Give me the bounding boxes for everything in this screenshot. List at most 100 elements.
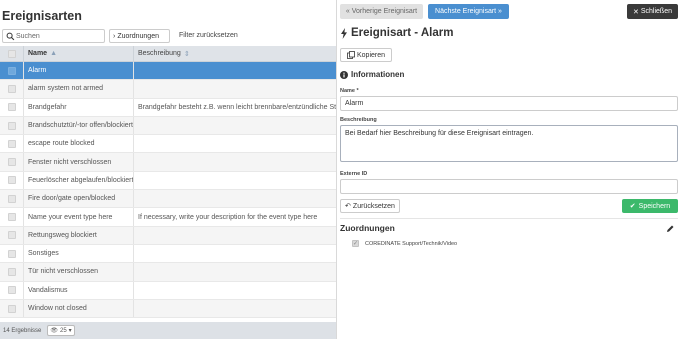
table-row[interactable]: Rettungsweg blockiert	[0, 226, 336, 245]
row-checkbox[interactable]	[7, 286, 16, 295]
external-id-label: Externe ID	[340, 171, 368, 177]
cell-name: Name your event type here	[24, 208, 134, 226]
row-checkbox[interactable]	[7, 103, 16, 112]
cell-name: Vandalismus	[24, 281, 134, 299]
column-header-description-label: Beschreibung	[138, 50, 181, 57]
row-checkbox[interactable]	[7, 304, 16, 313]
assignment-checkbox[interactable]: ✓	[352, 240, 359, 247]
cell-description	[134, 80, 336, 97]
cell-name: alarm system not armed	[24, 80, 134, 98]
table-row[interactable]: Alarm	[0, 62, 336, 81]
cell-description	[134, 153, 336, 170]
per-page-select[interactable]: 👁 25 ▾	[47, 325, 75, 336]
name-label: Name *	[340, 88, 359, 94]
row-select-cell[interactable]	[0, 299, 24, 318]
assignments-button[interactable]: › Zuordnungen	[109, 29, 170, 43]
row-select-cell[interactable]	[0, 226, 24, 244]
cell-description	[134, 117, 336, 134]
row-select-cell[interactable]	[0, 116, 24, 135]
cell-name: Fenster nicht verschlossen	[24, 153, 134, 171]
table-row[interactable]: Sonstiges	[0, 244, 336, 264]
search-input[interactable]	[16, 31, 102, 41]
select-all-checkbox[interactable]	[7, 49, 16, 58]
assignments-button-label: Zuordnungen	[117, 32, 159, 40]
column-header-name[interactable]: Name ▲	[24, 46, 134, 61]
sort-ascending-icon[interactable]: ▲	[50, 50, 57, 57]
search-box[interactable]	[2, 29, 105, 43]
row-select-cell[interactable]	[0, 208, 24, 226]
reset-button[interactable]: ↶ Zurücksetzen	[340, 199, 400, 213]
row-checkbox[interactable]	[7, 231, 16, 240]
table-row[interactable]: Feuerlöscher abgelaufen/blockiert	[0, 171, 336, 191]
table-row[interactable]: Vandalismus	[0, 281, 336, 300]
row-select-cell[interactable]	[0, 153, 24, 171]
row-select-cell[interactable]	[0, 98, 24, 116]
description-textarea[interactable]: Bei Bedarf hier Beschreibung für diese E…	[340, 125, 678, 162]
table-row[interactable]: Brandschutztür/-tor offen/blockiert	[0, 116, 336, 136]
table-row[interactable]: escape route blocked	[0, 135, 336, 154]
event-type-detail-panel: « Vorherige Ereignisart Nächste Ereignis…	[337, 0, 681, 339]
row-select-cell[interactable]	[0, 80, 24, 98]
event-type-list-panel: Ereignisarten › Zuordnungen Filter zurüc…	[0, 0, 336, 339]
cell-name: Window not closed	[24, 299, 134, 318]
row-checkbox[interactable]	[7, 194, 16, 203]
row-checkbox[interactable]	[7, 267, 16, 276]
select-all-cell[interactable]	[0, 46, 24, 61]
row-select-cell[interactable]	[0, 171, 24, 190]
description-label: Beschreibung	[340, 117, 377, 123]
name-field[interactable]: Alarm	[340, 96, 678, 111]
close-button[interactable]: ✕ Schließen	[627, 4, 678, 19]
row-select-cell[interactable]	[0, 135, 24, 153]
row-checkbox[interactable]	[7, 249, 16, 258]
copy-button[interactable]: Kopieren	[340, 48, 392, 62]
external-id-field[interactable]	[340, 179, 678, 194]
detail-title-text: Ereignisart - Alarm	[351, 27, 454, 39]
close-icon: ✕	[632, 8, 639, 16]
table-row[interactable]: Fenster nicht verschlossen	[0, 153, 336, 172]
row-checkbox[interactable]	[7, 121, 16, 130]
filter-reset-link[interactable]: Filter zurücksetzen	[179, 32, 238, 39]
cell-name: escape route blocked	[24, 135, 134, 153]
row-checkbox[interactable]	[7, 84, 16, 93]
checkmark-icon: ✔	[629, 203, 636, 210]
table-row[interactable]: Window not closed	[0, 299, 336, 319]
cell-description: Brandgefahr besteht z.B. wenn leicht bre…	[138, 103, 336, 111]
cell-description	[134, 190, 336, 207]
row-checkbox[interactable]	[7, 66, 16, 75]
cell-description	[134, 263, 336, 280]
row-checkbox[interactable]	[7, 139, 16, 148]
table-row[interactable]: Brandgefahr Brandgefahr besteht z.B. wenn…	[0, 98, 336, 117]
detail-title: Ereignisart - Alarm	[340, 27, 453, 39]
sort-icon[interactable]: ⇕	[184, 50, 190, 58]
table-row[interactable]: Name your event type here If necessary, w…	[0, 208, 336, 227]
column-header-description[interactable]: Beschreibung ⇕	[134, 46, 336, 61]
cell-name: Sonstiges	[24, 244, 134, 263]
previous-event-type-button[interactable]: « Vorherige Ereignisart	[340, 4, 423, 19]
table-row[interactable]: Fire door/gate open/blocked	[0, 190, 336, 209]
information-section-heading: Informationen	[340, 70, 404, 79]
cell-name: Brandschutztür/-tor offen/blockiert	[24, 116, 134, 135]
chevron-down-icon: ▾	[68, 328, 72, 334]
chevron-right-icon: ›	[113, 32, 116, 40]
page-title: Ereignisarten	[2, 9, 82, 23]
row-select-cell[interactable]	[0, 281, 24, 299]
row-select-cell[interactable]	[0, 263, 24, 281]
row-checkbox[interactable]	[7, 158, 16, 167]
search-icon	[6, 32, 15, 41]
row-select-cell[interactable]	[0, 190, 24, 208]
row-checkbox[interactable]	[7, 213, 16, 222]
cell-name: Feuerlöscher abgelaufen/blockiert	[24, 171, 134, 190]
row-select-cell[interactable]	[0, 62, 24, 80]
table-row[interactable]: Tür nicht verschlossen	[0, 263, 336, 282]
next-event-type-button[interactable]: Nächste Ereignisart »	[428, 4, 509, 19]
result-count: 14 Ergebnisse	[3, 327, 42, 334]
table-row[interactable]: alarm system not armed	[0, 80, 336, 99]
row-select-cell[interactable]	[0, 244, 24, 263]
column-header-name-label: Name	[28, 50, 48, 57]
per-page-value: 25	[59, 327, 67, 334]
save-button[interactable]: ✔ Speichern	[622, 199, 678, 213]
pencil-icon[interactable]	[666, 224, 675, 233]
assignment-item[interactable]: ✓ COREDINATE Support/Technik/Video	[352, 240, 457, 247]
row-checkbox[interactable]	[7, 176, 16, 185]
info-icon	[340, 70, 348, 79]
